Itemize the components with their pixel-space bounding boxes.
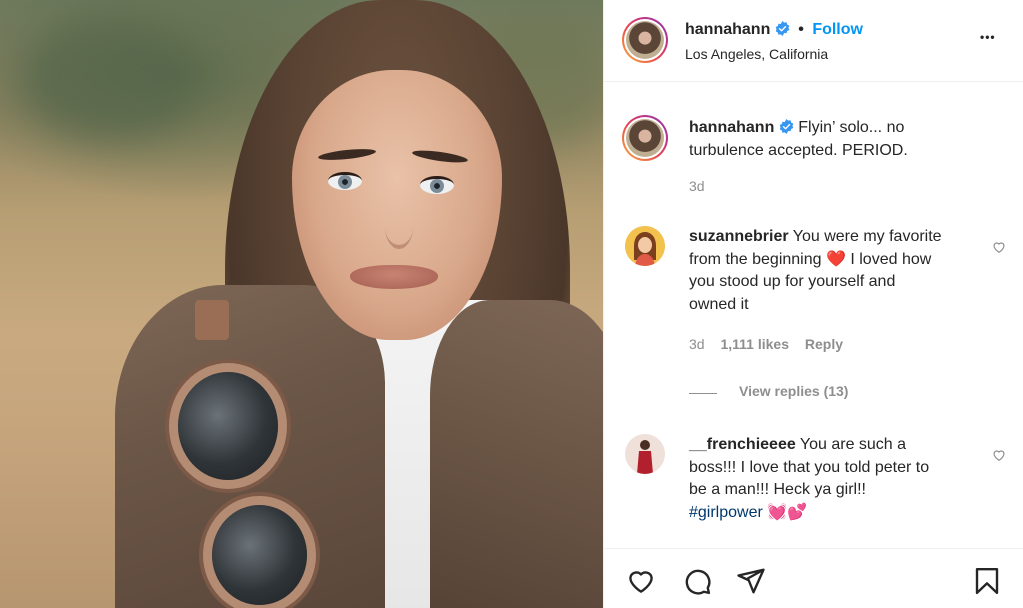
caption: hannahann Flyin’ solo... no turbulence a… — [689, 117, 989, 162]
reply-button[interactable]: Reply — [805, 336, 843, 352]
cartoon-avatar-icon — [625, 226, 665, 266]
actions-divider — [604, 548, 1023, 549]
background-blur — [20, 20, 200, 140]
comment-text: owned it — [689, 295, 749, 313]
heart-emoji: ❤️ — [825, 250, 846, 268]
post-side-panel: hannahann • Follow Los Angeles, Californ… — [603, 0, 1023, 608]
comment-like-heart-icon[interactable] — [992, 448, 1006, 462]
caption-text-line2: turbulence accepted. PERIOD. — [689, 141, 908, 159]
goggle-lens-top — [178, 372, 278, 480]
comment-text: you stood up for yourself and — [689, 273, 896, 290]
person-photo-icon — [625, 434, 665, 474]
bookmark-icon[interactable] — [972, 566, 1002, 596]
comment-icon[interactable] — [682, 566, 712, 596]
commenter-avatar[interactable] — [625, 226, 665, 266]
comment-text: from the beginning — [689, 250, 822, 268]
leather-jacket-right — [430, 300, 603, 608]
goggle-lens-bottom — [212, 505, 307, 605]
header-separator: • — [798, 21, 804, 38]
comment-meta: 3d 1,111 likes Reply — [689, 336, 843, 352]
comment-text: be a man!!! Heck ya girl!! — [689, 481, 866, 498]
header-divider — [604, 81, 1023, 82]
owner-avatar[interactable] — [622, 17, 668, 63]
lips — [350, 265, 438, 289]
comment-text: boss!!! I love that you told peter to — [689, 458, 930, 476]
post-header: hannahann • Follow — [685, 21, 863, 39]
right-eye — [420, 176, 454, 194]
caption-timestamp[interactable]: 3d — [689, 178, 705, 194]
comment-likes-count[interactable]: 1,111 likes — [720, 336, 789, 352]
owner-username[interactable]: hannahann — [685, 21, 770, 38]
more-options-button[interactable]: ••• — [980, 30, 996, 44]
hearts-emoji: 💓💕 — [767, 503, 808, 521]
comment-2: __frenchieeee You are such a boss!!! I l… — [689, 434, 989, 524]
comment-username[interactable]: suzannebrier — [689, 228, 789, 245]
commenter-avatar[interactable] — [625, 434, 665, 474]
caption-avatar[interactable] — [622, 115, 668, 161]
post-photo[interactable] — [0, 0, 603, 608]
goggle-strap — [195, 300, 229, 340]
hashtag-link[interactable]: #girlpower — [689, 504, 763, 521]
nose — [385, 205, 413, 249]
heart-icon[interactable] — [626, 566, 656, 596]
comment-text: I loved how — [850, 250, 932, 268]
comment-1: suzannebrier You were my favorite from t… — [689, 226, 989, 316]
comment-like-heart-icon[interactable] — [992, 240, 1006, 254]
caption-username[interactable]: hannahann — [689, 119, 774, 136]
comment-username[interactable]: __frenchieeee — [689, 436, 796, 453]
verified-badge-icon — [779, 119, 794, 134]
view-replies-button[interactable]: View replies (13) — [739, 383, 848, 399]
replies-line — [689, 393, 717, 394]
comment-text: You were my favorite — [792, 228, 942, 245]
comment-timestamp[interactable]: 3d — [689, 336, 705, 352]
instagram-post: hannahann • Follow Los Angeles, Californ… — [0, 0, 1023, 608]
comment-text: You are such a — [799, 436, 907, 453]
verified-badge-icon — [775, 21, 790, 36]
caption-text-line1: Flyin’ solo... no — [798, 119, 905, 136]
follow-button[interactable]: Follow — [812, 21, 863, 38]
post-location[interactable]: Los Angeles, California — [685, 44, 828, 64]
share-icon[interactable] — [736, 566, 766, 596]
left-eye — [328, 172, 362, 190]
